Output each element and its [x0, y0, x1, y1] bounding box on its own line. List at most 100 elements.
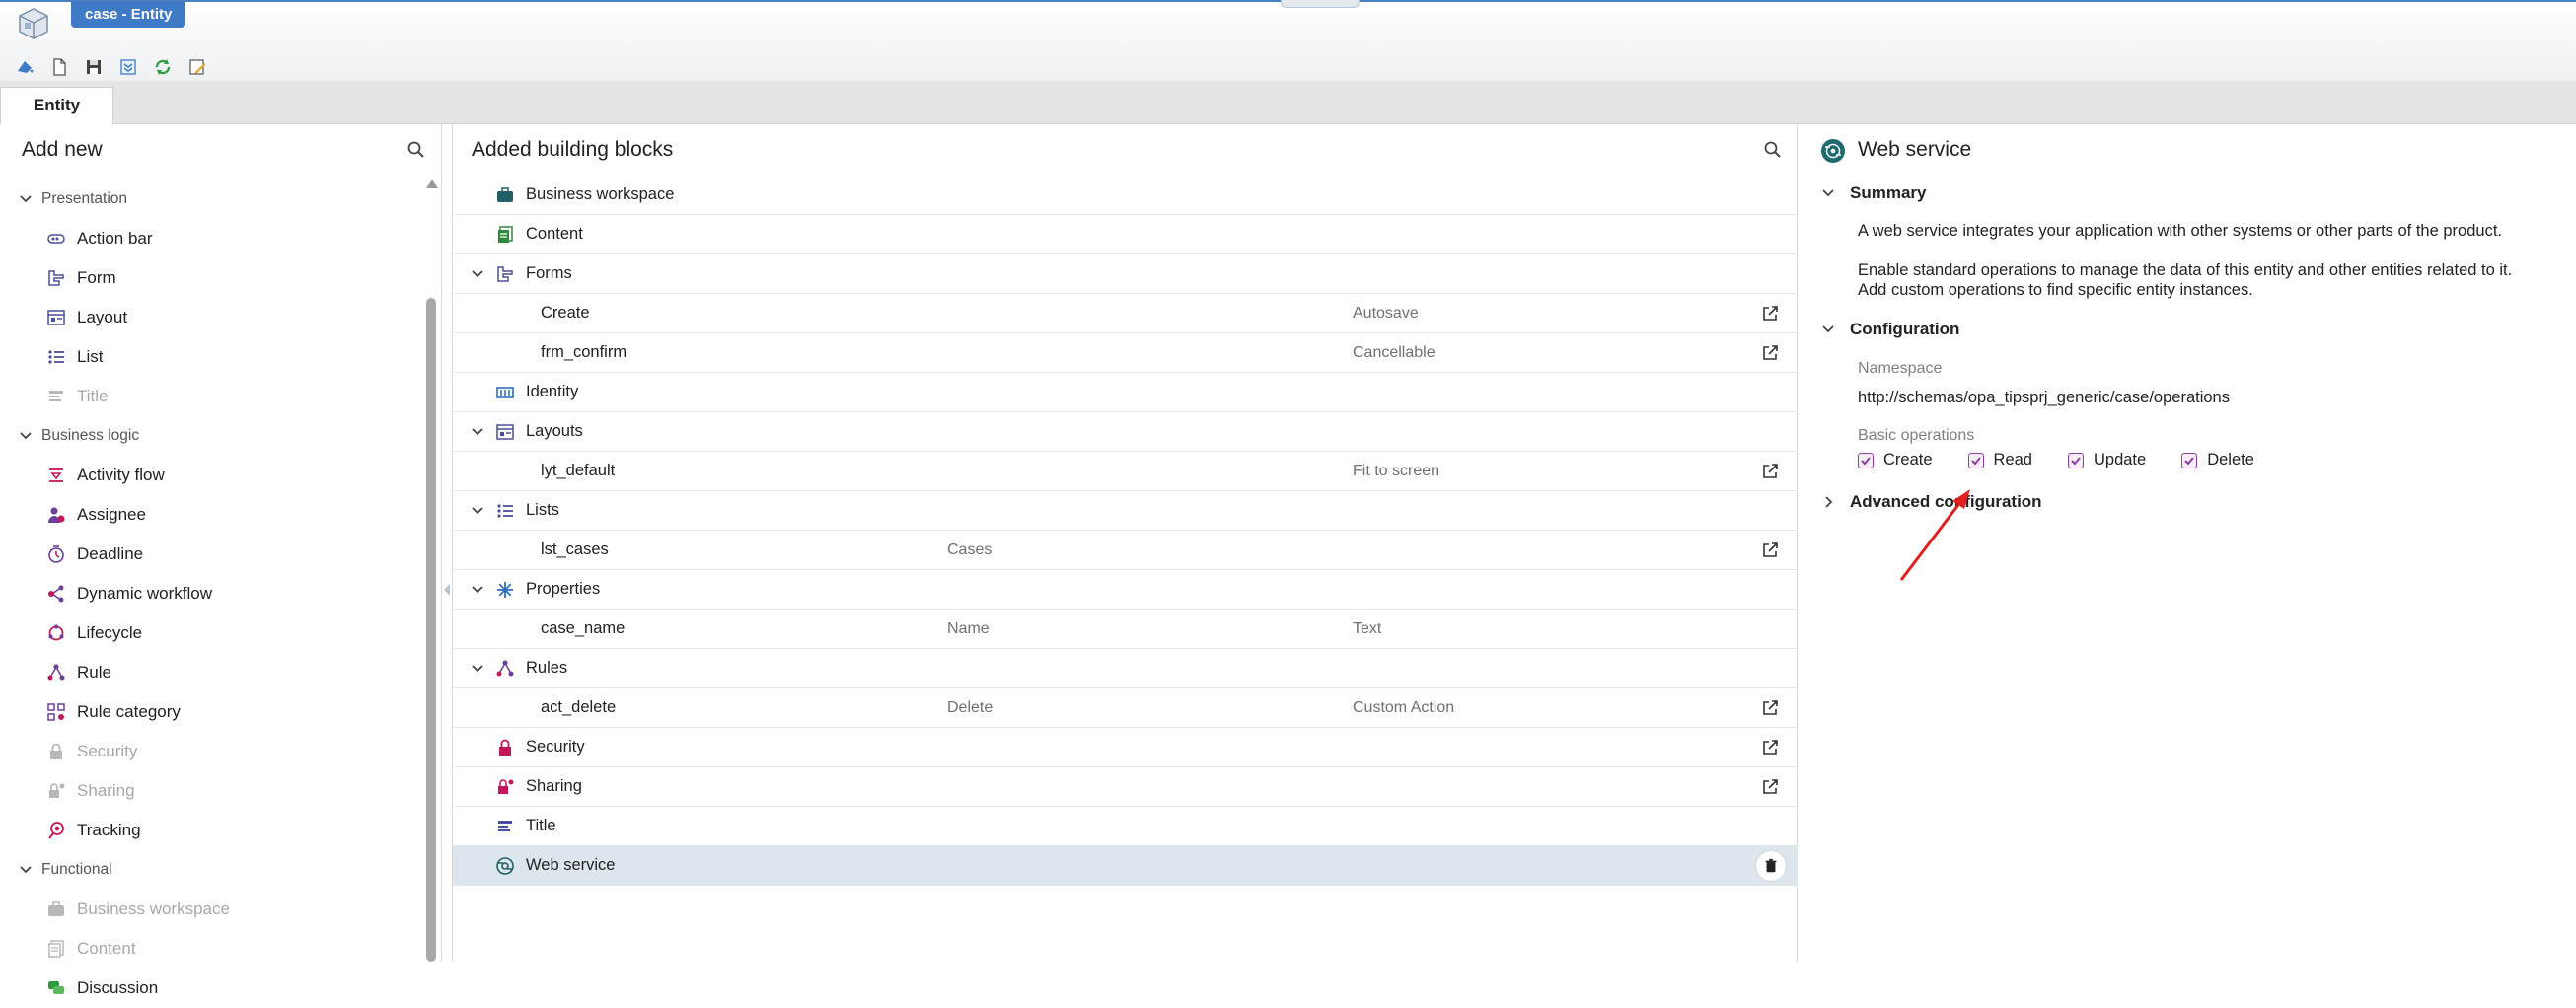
- save-icon[interactable]: [83, 56, 105, 78]
- block-row-act-delete[interactable]: act_delete Delete Custom Action: [453, 688, 1798, 728]
- open-external-icon[interactable]: [1759, 776, 1781, 798]
- shape-menu-icon[interactable]: [14, 56, 36, 78]
- open-external-icon[interactable]: [1759, 342, 1781, 364]
- palette-item-label: Title: [77, 387, 109, 405]
- block-row-security[interactable]: Security: [453, 728, 1798, 767]
- chevron-down-icon[interactable]: [470, 582, 485, 598]
- namespace-label: Namespace: [1858, 360, 1943, 377]
- identity-icon: [494, 382, 516, 403]
- tracking-icon: [45, 820, 67, 841]
- added-blocks-header: Added building blocks: [453, 124, 1797, 174]
- namespace-value[interactable]: http://schemas/opa_tipsprj_generic/case/…: [1858, 388, 2230, 407]
- block-row-business-workspace[interactable]: Business workspace: [453, 176, 1798, 215]
- palette-item-tracking[interactable]: Tracking: [0, 811, 424, 850]
- edit-properties-icon[interactable]: [186, 56, 208, 78]
- group-presentation[interactable]: Presentation: [0, 180, 424, 219]
- summary-section-toggle[interactable]: Summary: [1820, 183, 1926, 203]
- block-name: act_delete: [541, 698, 617, 716]
- configuration-section-toggle[interactable]: Configuration: [1820, 320, 1959, 339]
- checkbox-checked[interactable]: [2067, 452, 2084, 468]
- block-row-web-service[interactable]: Web service: [453, 846, 1798, 886]
- open-external-icon[interactable]: [1759, 540, 1781, 561]
- palette-item-layout[interactable]: Layout: [0, 298, 424, 337]
- block-row-lst-cases[interactable]: lst_cases Cases: [453, 531, 1798, 570]
- palette-item-label: Business workspace: [77, 900, 230, 918]
- block-row-sharing[interactable]: Sharing: [453, 767, 1798, 807]
- group-functional[interactable]: Functional: [0, 850, 424, 890]
- tab-entity[interactable]: Entity: [0, 87, 113, 125]
- block-row-lists[interactable]: Lists: [453, 491, 1798, 531]
- palette-item-label: Rule: [77, 663, 111, 682]
- palette-item-activity-flow[interactable]: Activity flow: [0, 456, 424, 495]
- block-row-layouts[interactable]: Layouts: [453, 412, 1798, 452]
- search-icon[interactable]: [406, 140, 426, 160]
- checkbox-checked[interactable]: [1967, 452, 1984, 468]
- block-row-content[interactable]: Content: [453, 215, 1798, 254]
- collapse-panel-handle[interactable]: [442, 562, 452, 621]
- block-row-forms[interactable]: Forms: [453, 254, 1798, 294]
- chevron-down-icon[interactable]: [470, 661, 485, 677]
- palette-item-list[interactable]: List: [0, 337, 424, 377]
- block-row-lyt-default[interactable]: lyt_default Fit to screen: [453, 452, 1798, 491]
- block-row-create[interactable]: Create Autosave: [453, 294, 1798, 333]
- open-external-icon[interactable]: [1759, 461, 1781, 482]
- sharing-icon: [45, 780, 67, 802]
- assignee-icon: [45, 504, 67, 526]
- checkbox-update[interactable]: Update: [2067, 451, 2146, 469]
- open-external-icon[interactable]: [1759, 737, 1781, 758]
- chevron-down-icon: [1822, 189, 1834, 197]
- layout-icon: [494, 421, 516, 443]
- palette-item-deadline[interactable]: Deadline: [0, 535, 424, 574]
- chevron-down-icon: [20, 866, 32, 874]
- open-external-icon[interactable]: [1759, 303, 1781, 324]
- checkbox-create[interactable]: Create: [1858, 451, 1933, 469]
- block-row-title[interactable]: Title: [453, 807, 1798, 846]
- add-new-panel: Add new Presentation Action bar Form Lay…: [0, 124, 442, 997]
- checkbox-delete[interactable]: Delete: [2181, 451, 2254, 469]
- block-row-rules[interactable]: Rules: [453, 649, 1798, 688]
- palette-item-assignee[interactable]: Assignee: [0, 495, 424, 535]
- chevron-down-icon: [1822, 325, 1834, 333]
- checkbox-checked[interactable]: [1858, 452, 1874, 468]
- chevron-down-icon[interactable]: [470, 266, 485, 282]
- checkbox-checked[interactable]: [2181, 452, 2198, 468]
- chevron-down-icon[interactable]: [470, 503, 485, 519]
- scroll-up-arrow-icon[interactable]: [426, 180, 438, 188]
- palette-item-rule[interactable]: Rule: [0, 653, 424, 692]
- new-document-icon[interactable]: [48, 56, 70, 78]
- palette-scrollbar-thumb[interactable]: [426, 298, 436, 962]
- group-business-logic[interactable]: Business logic: [0, 416, 424, 456]
- palette-item-rule-category[interactable]: Rule category: [0, 692, 424, 732]
- block-row-case-name[interactable]: case_name Name Text: [453, 610, 1798, 649]
- palette-item-label: Rule category: [77, 702, 181, 721]
- form-icon: [494, 263, 516, 285]
- palette-item-form[interactable]: Form: [0, 258, 424, 298]
- window-titlebar: case - Entity: [0, 0, 2576, 81]
- refresh-icon[interactable]: [152, 56, 174, 78]
- summary-text: A web service integrates your applicatio…: [1858, 222, 2502, 240]
- palette-item-action-bar[interactable]: Action bar: [0, 219, 424, 258]
- block-row-frm-confirm[interactable]: frm_confirm Cancellable: [453, 333, 1798, 373]
- block-row-properties[interactable]: Properties: [453, 570, 1798, 610]
- checkbox-read[interactable]: Read: [1967, 451, 2032, 469]
- block-display-name: Name: [947, 619, 990, 637]
- palette-item-dynamic-workflow[interactable]: Dynamic workflow: [0, 574, 424, 613]
- form-icon: [45, 267, 67, 289]
- delete-button[interactable]: [1756, 850, 1786, 881]
- basic-operations-checkboxes: Create Read Update Delete: [1858, 451, 2290, 469]
- palette-item-discussion[interactable]: Discussion: [0, 969, 424, 1008]
- open-external-icon[interactable]: [1759, 697, 1781, 719]
- chevron-down-icon[interactable]: [470, 424, 485, 440]
- layout-icon: [45, 307, 67, 328]
- save-all-icon[interactable]: [117, 56, 139, 78]
- basic-operations-label: Basic operations: [1858, 427, 1975, 444]
- block-detail: Text: [1353, 619, 1382, 637]
- palette-item-lifecycle[interactable]: Lifecycle: [0, 613, 424, 653]
- top-drag-handle[interactable]: [1281, 0, 1360, 8]
- added-blocks-title: Added building blocks: [472, 138, 674, 161]
- section-heading: Configuration: [1850, 320, 1960, 338]
- block-name: case_name: [541, 619, 626, 637]
- search-icon[interactable]: [1763, 140, 1783, 160]
- block-detail: Cancellable: [1353, 343, 1435, 361]
- block-row-identity[interactable]: Identity: [453, 373, 1798, 412]
